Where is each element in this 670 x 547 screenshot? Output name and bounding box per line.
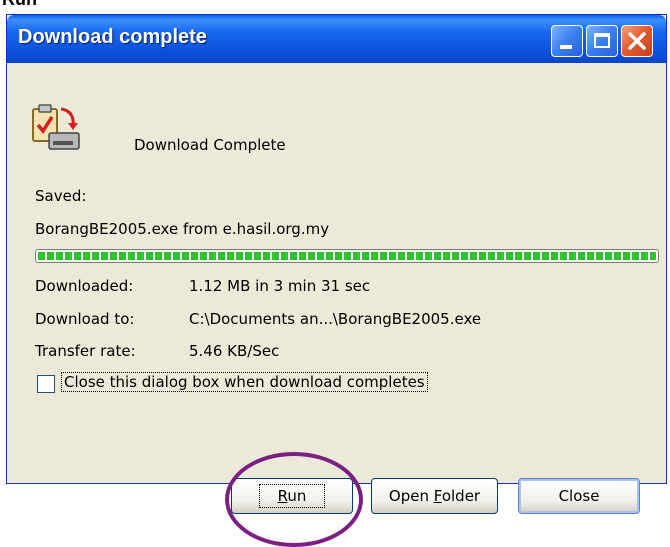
download-progress-bar	[35, 249, 659, 263]
saved-file-text: BorangBE2005.exe from e.hasil.org.my	[35, 220, 330, 238]
download-to-value: C:\Documents an...\BorangBE2005.exe	[189, 310, 482, 328]
download-dialog: Download complete Download Complete Save…	[6, 14, 667, 547]
close-button[interactable]: Close	[518, 478, 640, 514]
close-window-button[interactable]	[621, 25, 653, 57]
progress-fill	[38, 252, 656, 260]
download-complete-icon	[32, 104, 80, 150]
window-title: Download complete	[18, 26, 207, 48]
run-button-label: Run	[258, 484, 326, 508]
close-when-complete-label[interactable]: Close this dialog box when download comp…	[61, 372, 428, 392]
downloaded-label: Downloaded:	[35, 277, 134, 295]
saved-label: Saved:	[35, 187, 87, 205]
downloaded-value: 1.12 MB in 3 min 31 sec	[189, 277, 371, 295]
minimize-icon	[560, 45, 572, 49]
title-bar[interactable]: Download complete	[7, 15, 666, 63]
close-when-complete-checkbox[interactable]	[37, 375, 55, 393]
open-folder-button[interactable]: Open Folder	[371, 478, 498, 514]
minimize-button[interactable]	[551, 25, 583, 57]
transfer-rate-label: Transfer rate:	[35, 342, 136, 360]
run-button[interactable]: Run	[231, 478, 353, 514]
transfer-rate-value: 5.46 KB/Sec	[189, 342, 280, 360]
open-folder-button-label: Open Folder	[388, 487, 481, 505]
top-caption: Run	[2, 0, 37, 8]
maximize-icon	[594, 33, 610, 48]
close-icon	[628, 32, 646, 50]
download-to-label: Download to:	[35, 310, 135, 328]
maximize-button[interactable]	[586, 25, 618, 57]
download-complete-heading: Download Complete	[134, 136, 286, 154]
dialog-body: Download Complete Saved: BorangBE2005.ex…	[7, 63, 666, 547]
